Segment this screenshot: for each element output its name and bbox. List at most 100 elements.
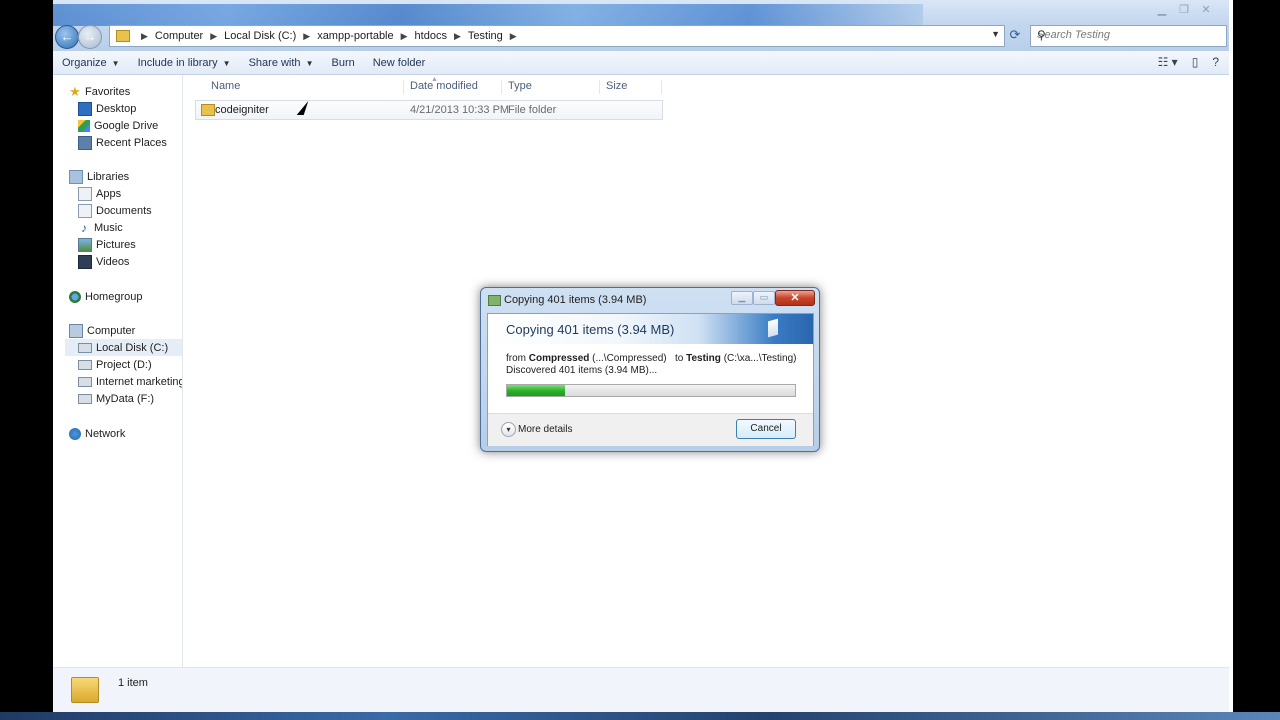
nav-local-disk[interactable]: Local Disk (C:): [65, 339, 182, 356]
back-button[interactable]: ←: [55, 25, 79, 49]
breadcrumb-htdocs[interactable]: htdocs: [413, 30, 449, 42]
chevron-down-icon[interactable]: ▼: [991, 29, 1000, 39]
dialog-minimize-button[interactable]: ▁: [731, 291, 753, 305]
destination-name[interactable]: Testing: [686, 353, 721, 364]
nav-label: Pictures: [96, 238, 136, 251]
cancel-button[interactable]: Cancel: [736, 419, 796, 439]
column-header-date[interactable]: Date modified: [410, 80, 478, 92]
nav-documents[interactable]: Documents: [78, 202, 207, 219]
nav-label: Local Disk (C:): [96, 341, 169, 354]
chevron-right-icon[interactable]: ▶: [205, 31, 222, 42]
include-in-library-button[interactable]: Include in library ▼: [129, 57, 240, 69]
column-header-type[interactable]: Type: [508, 80, 532, 92]
maximize-button[interactable]: ❐: [1175, 3, 1193, 17]
dialog-footer: ▾ More details Cancel: [488, 413, 813, 446]
nav-label: MyData (F:): [96, 392, 155, 405]
search-input[interactable]: Search Testing ⚲: [1030, 25, 1227, 47]
nav-label: Libraries: [87, 170, 130, 183]
nav-google-drive[interactable]: Google Drive: [78, 117, 207, 134]
nav-network[interactable]: Network: [69, 425, 198, 442]
new-folder-button[interactable]: New folder: [364, 57, 435, 69]
close-button[interactable]: ✕: [1197, 3, 1215, 17]
destination-path: (C:\xa...\Testing): [723, 353, 797, 364]
pictures-icon: [78, 237, 92, 252]
burn-button[interactable]: Burn: [322, 57, 363, 69]
column-header-name[interactable]: Name: [211, 80, 240, 92]
nav-label: Computer: [87, 324, 136, 337]
nav-label: Project (D:): [96, 358, 152, 371]
organize-button[interactable]: Organize ▼: [53, 57, 129, 69]
column-divider[interactable]: [501, 80, 502, 94]
chevron-right-icon[interactable]: ▶: [136, 31, 153, 42]
nav-project-drive[interactable]: Project (D:): [78, 356, 182, 373]
nav-computer[interactable]: Computer: [69, 322, 198, 339]
copy-source-destination: from Compressed (...\Compressed) to Test…: [506, 353, 797, 364]
nav-label: Recent Places: [96, 136, 167, 149]
nav-music[interactable]: ♪ Music: [78, 219, 207, 236]
chevron-right-icon[interactable]: ▶: [505, 31, 522, 42]
copy-progress-bar: [506, 384, 796, 397]
forward-button[interactable]: →: [78, 25, 102, 49]
file-type: File folder: [508, 104, 557, 116]
source-path: (...\Compressed): [592, 353, 667, 364]
preview-pane-icon[interactable]: ▯: [1192, 55, 1199, 69]
file-name: codeigniter: [215, 104, 269, 116]
breadcrumb-testing[interactable]: Testing: [466, 30, 505, 42]
organize-label: Organize: [62, 56, 107, 69]
nav-label: Network: [85, 427, 126, 440]
nav-apps[interactable]: Apps: [78, 185, 207, 202]
source-name[interactable]: Compressed: [529, 353, 590, 364]
chevron-down-icon[interactable]: ▾: [501, 422, 516, 437]
refresh-button[interactable]: ⟳: [1005, 25, 1025, 45]
share-with-button[interactable]: Share with ▼: [240, 57, 323, 69]
column-divider[interactable]: [599, 80, 600, 94]
music-icon: ♪: [81, 220, 87, 235]
nav-videos[interactable]: Videos: [78, 253, 207, 270]
command-bar: Organize ▼ Include in library ▼ Share with…: [53, 51, 1229, 75]
dialog-title: Copying 401 items (3.94 MB): [504, 294, 647, 306]
column-divider[interactable]: [661, 80, 662, 94]
nav-label: Videos: [96, 255, 130, 268]
breadcrumb-local-disk[interactable]: Local Disk (C:): [222, 30, 298, 42]
address-bar[interactable]: ▶ Computer ▶ Local Disk (C:) ▶ xampp-por…: [109, 25, 1005, 47]
chevron-right-icon[interactable]: ▶: [449, 31, 466, 42]
folder-icon: [71, 677, 99, 703]
nav-libraries[interactable]: Libraries: [69, 168, 198, 185]
dialog-close-button[interactable]: ✕: [775, 290, 815, 306]
file-date: 4/21/2013 10:33 PM: [410, 104, 510, 116]
to-label: to: [674, 353, 684, 364]
nav-homegroup[interactable]: Homegroup: [69, 288, 198, 305]
view-options-icon[interactable]: ☷ ▾: [1158, 55, 1178, 69]
breadcrumb-computer[interactable]: Computer: [153, 30, 205, 42]
minimize-button[interactable]: ▁: [1153, 3, 1171, 17]
nav-desktop[interactable]: Desktop: [78, 100, 207, 117]
nav-pictures[interactable]: Pictures: [78, 236, 207, 253]
recent-places-icon: [78, 135, 92, 150]
column-divider[interactable]: [403, 80, 404, 94]
homegroup-icon: [69, 290, 81, 303]
nav-label: Desktop: [96, 102, 137, 115]
column-headers: Name ▲ Date modified Type Size: [191, 76, 1151, 94]
view-controls: ☷ ▾ ▯ ?: [1158, 55, 1219, 69]
apps-icon: [78, 186, 92, 201]
drive-icon: [78, 393, 92, 404]
more-details-toggle[interactable]: More details: [518, 424, 572, 435]
chevron-right-icon[interactable]: ▶: [396, 31, 413, 42]
dialog-heading: Copying 401 items (3.94 MB): [506, 322, 675, 337]
progress-fill: [507, 385, 565, 396]
chevron-right-icon[interactable]: ▶: [298, 31, 315, 42]
help-icon[interactable]: ?: [1212, 55, 1219, 69]
file-row[interactable]: codeigniter 4/21/2013 10:33 PM File fold…: [195, 100, 663, 120]
search-icon[interactable]: ⚲: [1037, 28, 1222, 42]
drive-icon: [78, 376, 92, 387]
dialog-maximize-button[interactable]: ▭: [753, 291, 775, 305]
nav-mydata-drive[interactable]: MyData (F:): [78, 390, 182, 407]
nav-internet-marketing-drive[interactable]: Internet marketing (: [78, 373, 182, 390]
nav-recent-places[interactable]: Recent Places: [78, 134, 207, 151]
column-header-size[interactable]: Size: [606, 80, 627, 92]
breadcrumb-xampp-portable[interactable]: xampp-portable: [315, 30, 395, 42]
nav-label: Google Drive: [94, 119, 159, 132]
nav-favorites[interactable]: ★ Favorites: [69, 83, 198, 100]
nav-label: Music: [94, 221, 123, 234]
dialog-body: Copying 401 items (3.94 MB) from Compres…: [487, 313, 814, 446]
